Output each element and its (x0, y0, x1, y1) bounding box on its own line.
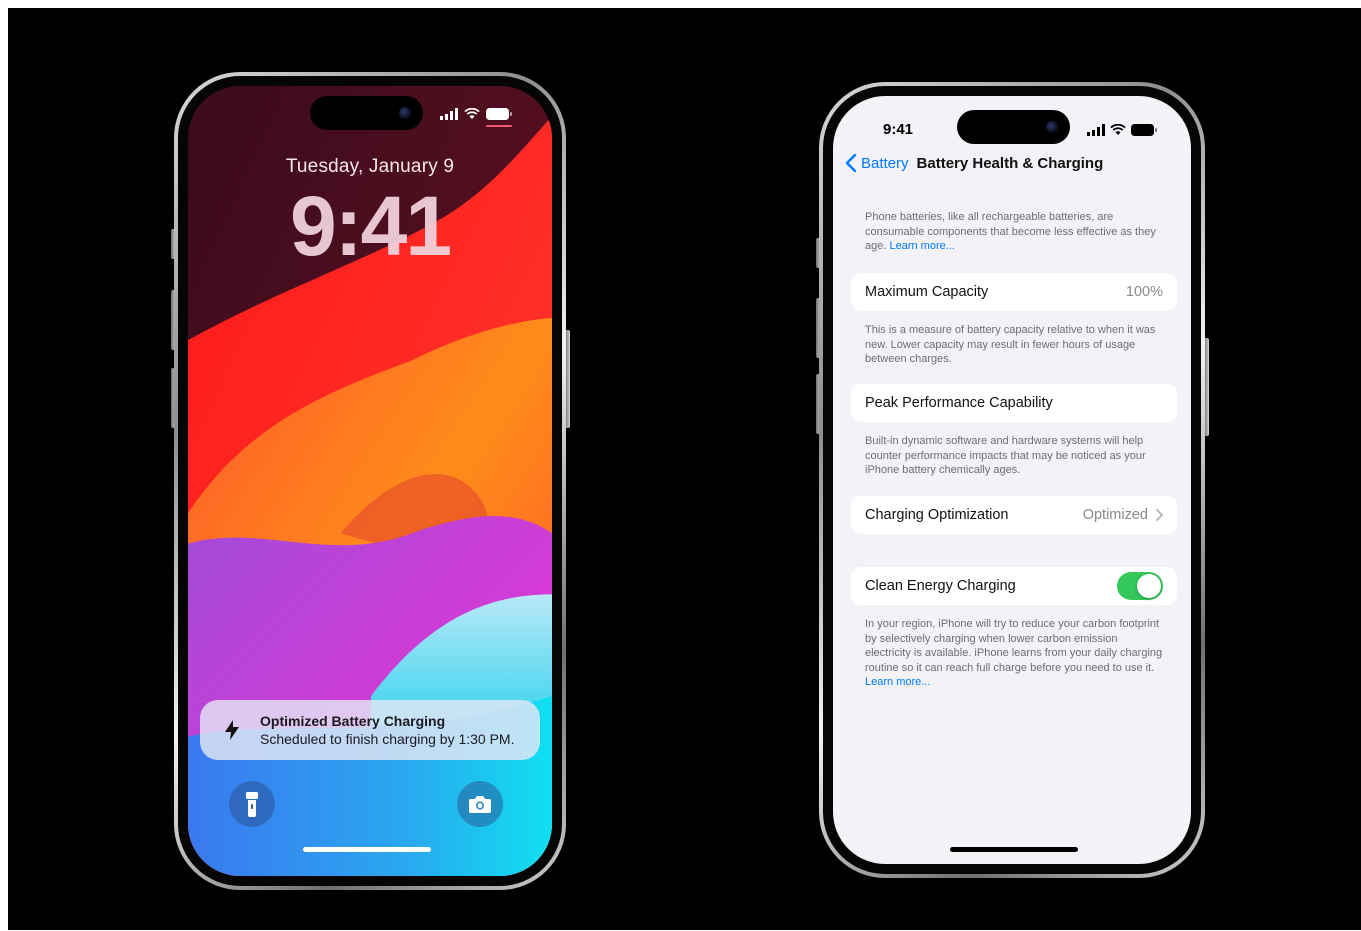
home-indicator[interactable] (950, 847, 1078, 852)
dynamic-island (310, 96, 423, 130)
battery-icon (1131, 124, 1157, 136)
lock-screen-phone: Tuesday, January 9 9:41 Optimized Batter… (174, 72, 566, 890)
optimized-charging-notification[interactable]: Optimized Battery Charging Scheduled to … (200, 700, 540, 760)
lock-screen: Tuesday, January 9 9:41 Optimized Batter… (188, 86, 552, 876)
settings-screen: 9:41 Battery Battery Health & Charging P… (833, 96, 1191, 864)
phone-bezel: 9:41 Battery Battery Health & Charging P… (823, 86, 1201, 874)
settings-phone: 9:41 Battery Battery Health & Charging P… (819, 82, 1205, 878)
notification-body: Scheduled to finish charging by 1:30 PM. (260, 731, 515, 747)
back-button[interactable]: Battery (845, 154, 909, 172)
flashlight-button[interactable] (229, 781, 275, 827)
row-label: Maximum Capacity (865, 284, 989, 300)
lock-date: Tuesday, January 9 (285, 156, 455, 177)
camera-icon (469, 796, 491, 813)
chevron-right-icon (1156, 509, 1163, 521)
row-label: Clean Energy Charging (865, 578, 1016, 594)
notification-title: Optimized Battery Charging (260, 713, 446, 729)
back-label: Battery (861, 154, 909, 172)
camera-button[interactable] (457, 781, 503, 827)
row-value: 100% (1125, 284, 1163, 300)
charging-indicator (486, 125, 512, 127)
navigation-bar: Battery Battery Health & Charging (845, 154, 1103, 172)
peak-performance-row: Peak Performance Capability (851, 384, 1177, 422)
wifi-icon (1110, 124, 1126, 135)
peak-performance-footer: Built-in dynamic software and hardware s… (865, 435, 1146, 476)
intro-description: Phone batteries, like all rechargeable b… (865, 210, 1163, 254)
clean-energy-footer-text: In your region, iPhone will try to reduc… (865, 618, 1163, 674)
front-camera-icon (399, 107, 411, 119)
maximum-capacity-row: Maximum Capacity 100% (851, 273, 1177, 311)
bolt-icon (225, 720, 239, 740)
signal-icon (1087, 124, 1105, 136)
status-bar (1087, 124, 1157, 136)
flashlight-icon (246, 792, 258, 817)
wifi-icon (464, 108, 480, 119)
front-camera-icon (1046, 121, 1058, 133)
row-label: Peak Performance Capability (865, 395, 1053, 411)
row-value: Optimized (1082, 507, 1148, 523)
charging-optimization-row[interactable]: Charging Optimization Optimized (851, 496, 1177, 534)
clean-energy-footer: In your region, iPhone will try to reduc… (865, 617, 1163, 690)
page-title: Battery Health & Charging (916, 154, 1104, 172)
status-bar (440, 108, 512, 120)
clean-energy-toggle[interactable] (1117, 572, 1163, 600)
signal-icon (440, 108, 458, 120)
stage-background: Tuesday, January 9 9:41 Optimized Batter… (8, 8, 1361, 930)
clean-energy-charging-row: Clean Energy Charging (851, 567, 1177, 605)
learn-more-link[interactable]: Learn more... (889, 240, 954, 252)
dynamic-island (957, 110, 1070, 144)
phone-bezel: Tuesday, January 9 9:41 Optimized Batter… (178, 76, 562, 886)
toggle-knob (1137, 574, 1161, 598)
row-label: Charging Optimization (865, 507, 1009, 523)
battery-icon (486, 108, 512, 120)
learn-more-link[interactable]: Learn more... (865, 676, 930, 688)
chevron-left-icon (845, 154, 857, 172)
home-indicator[interactable] (303, 847, 431, 852)
row-value-group: Optimized (1083, 507, 1163, 523)
status-time: 9:41 (883, 121, 914, 138)
maximum-capacity-footer: This is a measure of battery capacity re… (865, 324, 1156, 365)
lock-time: 9:41 (289, 179, 452, 273)
